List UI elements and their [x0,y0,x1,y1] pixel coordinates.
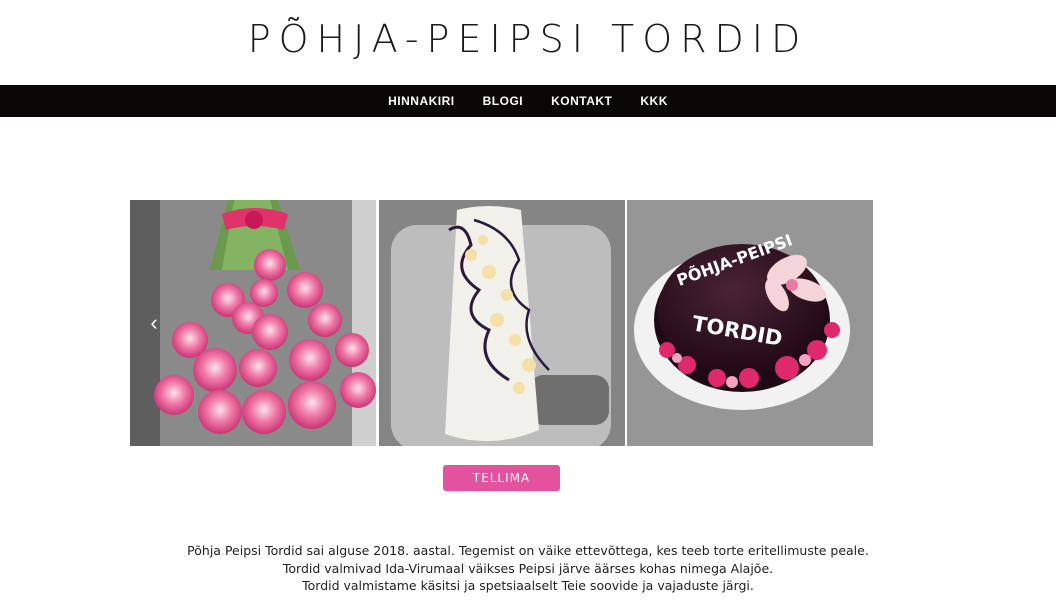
slide-white-cream-cake[interactable] [379,200,625,446]
nav-item-kkk[interactable]: KKK [626,94,682,108]
rose-bouquet-cake-image [130,200,376,446]
site-title: PÕHJA-PEIPSI TORDID [247,17,809,61]
intro-text: Põhja Peipsi Tordid sai alguse 2018. aas… [0,542,1056,595]
order-button[interactable]: TELLIMA [443,465,560,491]
nav-item-blogi[interactable]: BLOGI [469,94,538,108]
nav-item-hinnakiri[interactable]: HINNAKIRI [374,94,469,108]
intro-line: Tordid valmivad Ida-Virumaal väikses Pei… [282,560,774,576]
slide-chocolate-glazed-cake[interactable]: PÕHJA-PEIPSI TORDID [627,200,873,446]
slide-rose-bouquet-cake[interactable]: ‹ [130,200,376,446]
nav-item-kontakt[interactable]: KONTAKT [537,94,626,108]
nav-menu: HINNAKIRI BLOGI KONTAKT KKK [0,85,1056,117]
intro-line: Tordid valmistame käsitsi ja spetsiaalse… [302,578,754,593]
intro-line: Põhja Peipsi Tordid sai alguse 2018. aas… [187,543,869,558]
image-carousel[interactable]: ‹ PÕHJA-PEIPSI TORDID [130,200,874,446]
chocolate-glazed-cake-image: PÕHJA-PEIPSI TORDID [627,200,873,446]
white-cream-cake-image [379,200,625,446]
main-navbar: HINNAKIRI BLOGI KONTAKT KKK [0,85,1056,117]
chevron-left-icon: ‹ [150,310,158,335]
carousel-prev-button[interactable]: ‹ [144,310,164,336]
